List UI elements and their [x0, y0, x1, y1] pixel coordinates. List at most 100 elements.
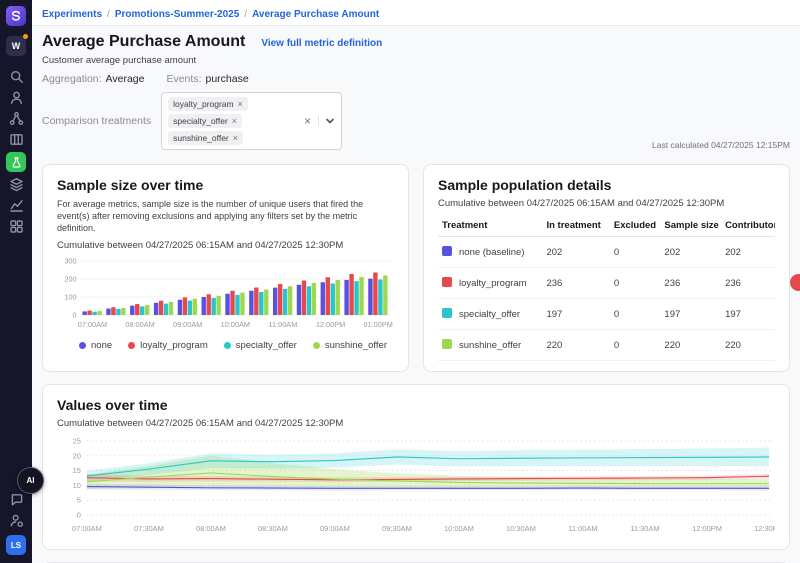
ai-assistant-button[interactable]: AI [17, 467, 44, 494]
legend-item: sunshine_offer [313, 340, 387, 351]
page-header: Average Purchase Amount View full metric… [32, 26, 800, 156]
chip-label: loyalty_program [173, 99, 233, 109]
breadcrumb-separator: / [244, 9, 247, 20]
table-cell: 197 [721, 299, 775, 330]
sample-size-description: For average metrics, sample size is the … [57, 198, 394, 234]
events-value: purchase [206, 73, 249, 85]
table-cell: 0 [610, 268, 661, 299]
dashboard-grid-icon[interactable] [5, 216, 27, 237]
metric-definition-link[interactable]: View full metric definition [261, 38, 382, 49]
table-cell: 0 [610, 237, 661, 268]
user-avatar-badge[interactable]: LS [6, 535, 26, 555]
layers-icon[interactable] [5, 174, 27, 195]
treatment-name: specialty_offer [459, 309, 520, 320]
workspace-initial: W [12, 41, 21, 51]
comparison-treatments-label: Comparison treatments [42, 115, 151, 127]
workspace-notification-dot [23, 34, 28, 39]
values-line-chart: 051015202507:00AM07:30AM08:00AM08:30AM09… [57, 435, 775, 539]
legend-label: specialty_offer [236, 340, 297, 351]
table-cell: 0 [610, 299, 661, 330]
table-row: none (baseline)2020202202 [438, 237, 775, 268]
legend-dot [79, 342, 86, 349]
experiments-active-icon[interactable] [6, 152, 26, 172]
workspace-badge[interactable]: W [6, 36, 26, 56]
svg-text:0: 0 [77, 510, 81, 519]
table-cell: 220 [660, 330, 721, 361]
svg-text:09:00AM: 09:00AM [320, 524, 350, 533]
clear-selection-icon[interactable]: × [304, 114, 311, 128]
breadcrumb-link[interactable]: Experiments [42, 9, 102, 20]
metrics-chart-icon[interactable] [5, 195, 27, 216]
table-cell: 0 [610, 330, 661, 361]
svg-text:100: 100 [64, 293, 76, 302]
treatment-name: loyalty_program [459, 278, 527, 289]
column-header: In treatment [542, 215, 609, 237]
svg-text:20: 20 [73, 451, 81, 460]
chip-label: sunshine_offer [173, 133, 229, 143]
svg-text:09:30AM: 09:30AM [382, 524, 412, 533]
table-row: sunshine_offer2200220220 [438, 330, 775, 361]
notification-bubble[interactable] [790, 274, 800, 291]
columns-icon[interactable] [5, 129, 27, 150]
sidebar-bottom-group: LS [5, 489, 27, 555]
svg-text:11:00AM: 11:00AM [568, 524, 597, 533]
treatment-color-swatch [442, 339, 452, 349]
chip-remove-icon[interactable]: × [233, 133, 238, 143]
account-settings-icon[interactable] [5, 510, 27, 531]
last-calculated: Last calculated 04/27/2025 12:15PM [652, 140, 790, 150]
svg-text:12:00PM: 12:00PM [316, 320, 345, 329]
treatment-chip[interactable]: sunshine_offer × [168, 131, 243, 145]
table-cell: 202 [660, 237, 721, 268]
breadcrumb-link[interactable]: Promotions-Summer-2025 [115, 9, 239, 20]
chevron-down-icon[interactable] [318, 116, 335, 126]
treatment-name: none (baseline) [459, 247, 525, 258]
logo-icon [9, 9, 23, 23]
svg-text:09:00AM: 09:00AM [173, 320, 202, 329]
svg-text:0: 0 [73, 311, 77, 320]
svg-text:12:00PM: 12:00PM [692, 524, 722, 533]
legend-label: loyalty_program [140, 340, 208, 351]
legend-item: specialty_offer [224, 340, 297, 351]
column-header: Excluded [610, 215, 661, 237]
app-logo[interactable] [6, 6, 26, 26]
chip-label: specialty_offer [173, 116, 228, 126]
svg-text:10: 10 [73, 481, 81, 490]
chip-remove-icon[interactable]: × [238, 99, 243, 109]
table-cell: 236 [542, 268, 609, 299]
svg-text:300: 300 [64, 257, 76, 266]
bar-legend: noneloyalty_programspecialty_offersunshi… [79, 340, 394, 351]
treatment-select[interactable]: loyalty_program×specialty_offer×sunshine… [161, 92, 342, 150]
legend-dot [128, 342, 135, 349]
table-cell: 202 [721, 237, 775, 268]
table-header-row: TreatmentIn treatmentExcludedSample size… [438, 215, 775, 237]
svg-text:01:00PM: 01:00PM [363, 320, 392, 329]
svg-text:08:00AM: 08:00AM [125, 320, 154, 329]
svg-text:08:30AM: 08:30AM [258, 524, 288, 533]
svg-text:10:00AM: 10:00AM [444, 524, 474, 533]
search-icon[interactable] [5, 66, 27, 87]
breadcrumb: Experiments/Promotions-Summer-2025/Avera… [32, 0, 800, 26]
flow-nodes-icon[interactable] [5, 108, 27, 129]
column-header: Treatment [438, 215, 542, 237]
events-label: Events: [166, 73, 201, 85]
treatment-chip[interactable]: specialty_offer × [168, 114, 242, 128]
svg-text:15: 15 [73, 466, 81, 475]
population-card: Sample population details Cumulative bet… [423, 164, 790, 372]
population-period: Cumulative between 04/27/2025 06:15AM an… [438, 198, 775, 209]
table-cell: 197 [542, 299, 609, 330]
treatment-name: sunshine_offer [459, 340, 521, 351]
treatment-color-swatch [442, 308, 452, 318]
chip-remove-icon[interactable]: × [232, 116, 237, 126]
breadcrumb-link[interactable]: Average Purchase Amount [252, 9, 379, 20]
user-icon[interactable] [5, 87, 27, 108]
svg-text:10:00AM: 10:00AM [221, 320, 250, 329]
legend-dot [224, 342, 231, 349]
table-cell: 236 [721, 268, 775, 299]
treatment-chip[interactable]: loyalty_program × [168, 97, 248, 111]
app-root: W LS Experiments/Promotions-Summer-2025/… [0, 0, 800, 563]
column-header: Sample size [660, 215, 721, 237]
sample-size-card: Sample size over time For average metric… [42, 164, 409, 372]
main-area: Experiments/Promotions-Summer-2025/Avera… [32, 0, 800, 563]
content-area: Sample size over time For average metric… [32, 156, 800, 563]
legend-dot [313, 342, 320, 349]
